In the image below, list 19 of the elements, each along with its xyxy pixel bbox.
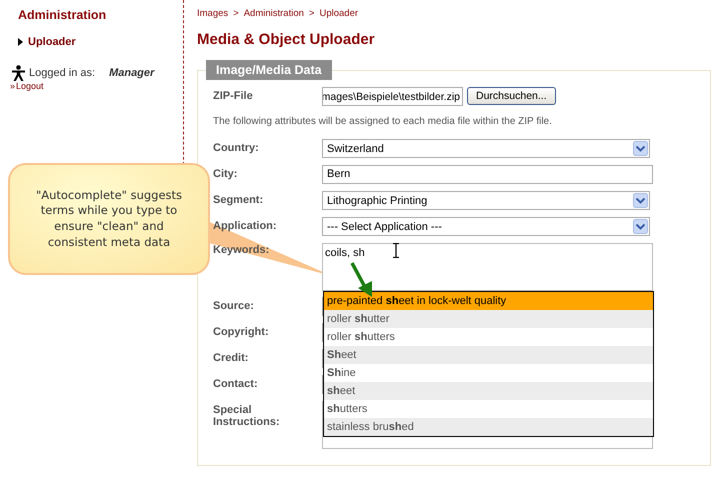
field-label: Contact: [213,377,259,390]
field-label: Segment: [213,193,264,206]
field-label: Source: [213,299,255,312]
sidebar-heading: Administration [18,8,108,22]
logged-in-label: Logged in as: [29,67,96,79]
description-text: The following attributes will be assigned to each media file within the ZIP file. [213,116,553,127]
page-title: Media & Object Uploader [197,31,376,48]
breadcrumb-separator: > [308,8,314,19]
callout: "Autocomplete" suggests terms while you type to ensure "clean" and consistent meta data [8,163,210,275]
field-label: City: [213,167,238,180]
field-label: Country: [213,141,260,154]
logout-marker: » [10,81,16,91]
user-name: Manager [109,67,154,79]
breadcrumb-separator: > [233,8,239,19]
field-label: Copyright: [213,325,270,338]
field-label: Credit: [213,351,250,364]
field-label: Special Instructions: [213,403,281,428]
field-label: ZIP-File [213,90,254,102]
section-title: Image/Media Data [206,60,332,80]
